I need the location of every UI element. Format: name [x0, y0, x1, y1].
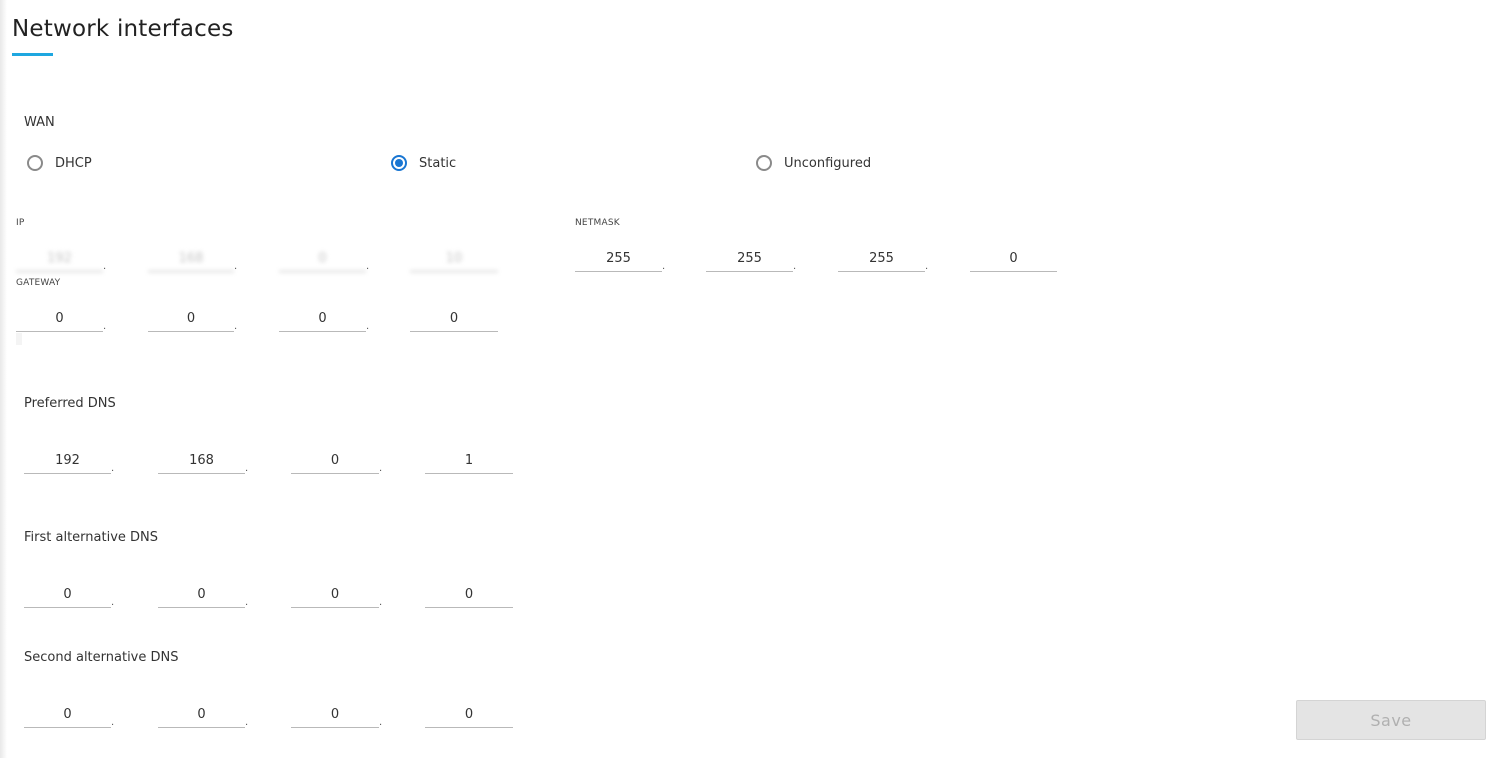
preferred-dns-label: Preferred DNS: [24, 396, 116, 411]
netmask-dot-3: .: [925, 261, 929, 272]
gateway-edge-mark: [16, 333, 22, 345]
second-alt-dns-label: Second alternative DNS: [24, 650, 179, 665]
radio-unconfigured-label: Unconfigured: [784, 155, 872, 171]
preferred-dns-dot-2: .: [245, 463, 249, 474]
radio-dhcp-circle[interactable]: [27, 155, 43, 171]
gateway-octet-3[interactable]: 0: [279, 306, 366, 332]
first-alt-dns-octet-3[interactable]: 0: [291, 582, 379, 608]
ip-dot-1: .: [103, 261, 107, 272]
gateway-dot-2: .: [234, 321, 238, 332]
radio-static-label: Static: [419, 155, 457, 171]
netmask-dot-1: .: [662, 261, 666, 272]
ip-octet-1[interactable]: 192: [16, 246, 103, 272]
second-alt-dns-dot-3: .: [379, 717, 383, 728]
second-alt-dns-dot-2: .: [245, 717, 249, 728]
netmask-octet-4[interactable]: 0: [970, 246, 1057, 272]
preferred-dns-octet-3[interactable]: 0: [291, 448, 379, 474]
gateway-dot-3: .: [366, 321, 370, 332]
save-button[interactable]: Save: [1296, 700, 1486, 740]
first-alt-dns-dot-2: .: [245, 597, 249, 608]
title-underline: [12, 53, 53, 56]
preferred-dns-dot-1: .: [111, 463, 115, 474]
left-edge-shadow: [0, 0, 7, 758]
second-alt-dns-dot-1: .: [111, 717, 115, 728]
first-alt-dns-octet-1[interactable]: 0: [24, 582, 111, 608]
gateway-label: GATEWAY: [16, 278, 61, 288]
netmask-label: NETMASK: [575, 218, 620, 228]
second-alt-dns-octet-4[interactable]: 0: [425, 702, 513, 728]
radio-static[interactable]: Static: [391, 155, 456, 171]
radio-dhcp[interactable]: DHCP: [27, 155, 92, 171]
page-title: Network interfaces: [12, 16, 234, 42]
ip-octet-2[interactable]: 168: [148, 246, 234, 272]
gateway-dot-1: .: [103, 321, 107, 332]
second-alt-dns-octet-1[interactable]: 0: [24, 702, 111, 728]
first-alt-dns-octet-2[interactable]: 0: [158, 582, 245, 608]
preferred-dns-octet-1[interactable]: 192: [24, 448, 111, 474]
preferred-dns-octet-2[interactable]: 168: [158, 448, 245, 474]
radio-unconfigured[interactable]: Unconfigured: [756, 155, 871, 171]
ip-octet-4[interactable]: 10: [410, 246, 498, 272]
wan-label: WAN: [24, 115, 55, 130]
netmask-octet-2[interactable]: 255: [706, 246, 793, 272]
gateway-octet-4[interactable]: 0: [410, 306, 498, 332]
first-alt-dns-octet-4[interactable]: 0: [425, 582, 513, 608]
radio-static-circle[interactable]: [391, 155, 407, 171]
first-alt-dns-label: First alternative DNS: [24, 530, 159, 545]
second-alt-dns-octet-3[interactable]: 0: [291, 702, 379, 728]
preferred-dns-dot-3: .: [379, 463, 383, 474]
gateway-octet-2[interactable]: 0: [148, 306, 234, 332]
netmask-octet-3[interactable]: 255: [838, 246, 925, 272]
netmask-dot-2: .: [793, 261, 797, 272]
first-alt-dns-dot-1: .: [111, 597, 115, 608]
netmask-octet-1[interactable]: 255: [575, 246, 662, 272]
ip-dot-2: .: [234, 261, 238, 272]
ip-dot-3: .: [366, 261, 370, 272]
radio-unconfigured-circle[interactable]: [756, 155, 772, 171]
preferred-dns-octet-4[interactable]: 1: [425, 448, 513, 474]
ip-octet-3[interactable]: 0: [279, 246, 366, 272]
ip-label: IP: [16, 218, 25, 228]
radio-dhcp-label: DHCP: [55, 155, 92, 171]
gateway-octet-1[interactable]: 0: [16, 306, 103, 332]
first-alt-dns-dot-3: .: [379, 597, 383, 608]
second-alt-dns-octet-2[interactable]: 0: [158, 702, 245, 728]
